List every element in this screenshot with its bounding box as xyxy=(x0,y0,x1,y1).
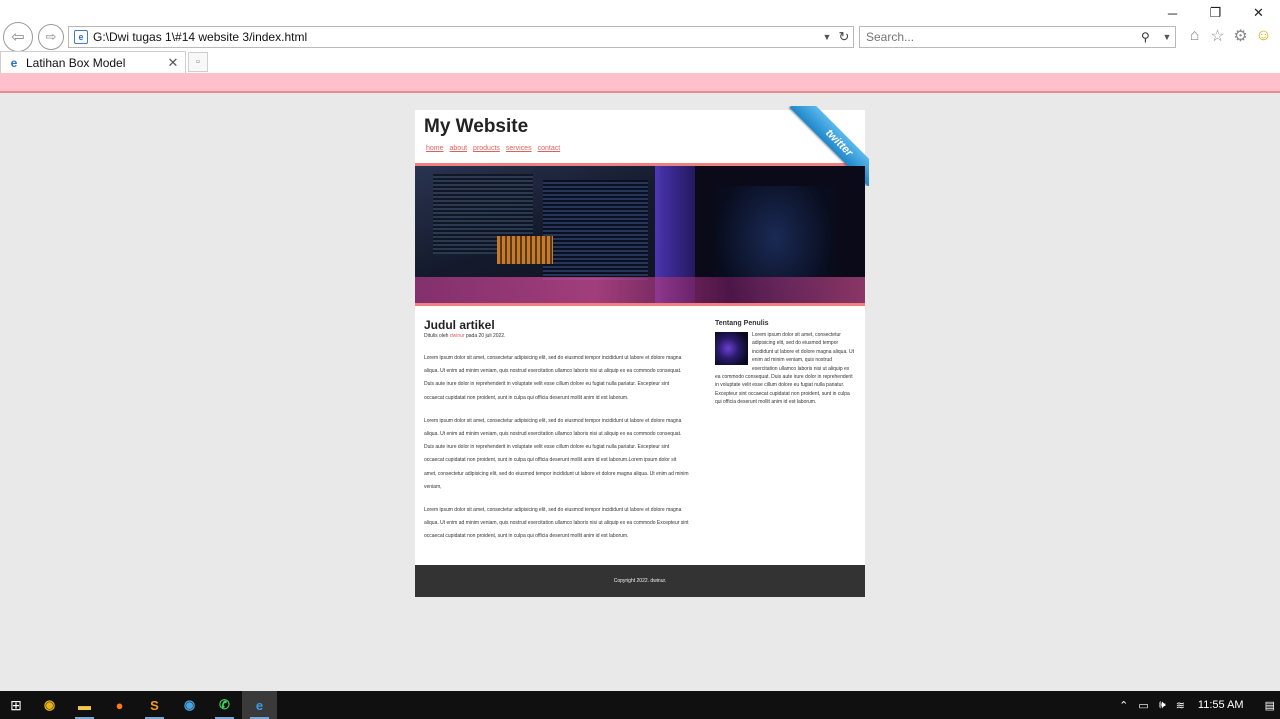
browser-chrome: ─ ❐ ✕ ⇦ ⇨ e G:\Dwi tugas 1\#14 website 3… xyxy=(0,0,1280,73)
search-input[interactable] xyxy=(860,30,1141,44)
nav-link-services[interactable]: services xyxy=(506,145,532,152)
article-meta-prefix: Ditulis oleh xyxy=(424,333,450,339)
start-button[interactable]: ⊞ xyxy=(0,691,32,719)
chrome-icon[interactable]: ◉ xyxy=(32,691,67,719)
article-meta: Ditulis oleh dwinur pada 20 juli 2022. xyxy=(424,333,689,339)
favorites-star-icon[interactable]: ☆ xyxy=(1209,26,1226,46)
article-title: Judul artikel xyxy=(424,318,495,332)
article-paragraph: Lorem ipsum dolor sit amet, consectetur … xyxy=(424,355,682,401)
volume-icon[interactable]: 🕪 xyxy=(1159,699,1166,712)
firefox-icon[interactable]: ● xyxy=(102,691,137,719)
new-tab-button[interactable]: ▫ xyxy=(188,52,208,72)
top-pink-bar xyxy=(0,73,1280,93)
tab-title: Latihan Box Model xyxy=(26,55,126,70)
forward-button[interactable]: ⇨ xyxy=(38,24,64,50)
internet-explorer-icon-glyph: e xyxy=(255,697,264,713)
tab-close-icon[interactable]: ✕ xyxy=(165,55,181,71)
firefox-icon-glyph: ● xyxy=(115,697,124,713)
sidebar-title: Tentang Penulis xyxy=(715,320,769,327)
sublime-text-icon[interactable]: S xyxy=(137,691,172,719)
system-tray: ⌃ ▭ 🕪 ≋ 11:55 AM ▤ xyxy=(1114,691,1280,719)
nav-link-home[interactable]: home xyxy=(426,145,444,152)
sidebar-body: Lorem ipsum dolor sit amet, consectetur … xyxy=(715,331,855,407)
battery-icon[interactable]: ▭ xyxy=(1138,699,1148,712)
article: Judul artikel Ditulis oleh dwinur pada 2… xyxy=(424,318,689,544)
back-arrow-icon: ⇦ xyxy=(11,29,25,46)
file-explorer-icon[interactable]: ▬ xyxy=(67,691,102,719)
minimize-button[interactable]: ─ xyxy=(1151,0,1194,26)
hero-image xyxy=(415,166,865,306)
chrome-alt-icon[interactable]: ◉ xyxy=(172,691,207,719)
article-author-link[interactable]: dwinur xyxy=(450,333,465,339)
action-center-icon[interactable]: ▤ xyxy=(1265,699,1275,712)
feedback-smiley-icon[interactable]: ☺ xyxy=(1255,26,1272,46)
address-url[interactable]: G:\Dwi tugas 1\#14 website 3/index.html xyxy=(93,30,819,44)
site-nav: home about products services contact xyxy=(426,145,560,152)
content-area: Judul artikel Ditulis oleh dwinur pada 2… xyxy=(415,306,865,544)
author-thumbnail xyxy=(715,332,748,365)
nav-link-about[interactable]: about xyxy=(450,145,468,152)
taskbar-clock[interactable]: 11:55 AM xyxy=(1198,699,1244,711)
windows-logo-icon: ⊞ xyxy=(10,696,22,713)
chrome-icon-glyph: ◉ xyxy=(43,697,56,712)
nav-link-products[interactable]: products xyxy=(473,145,500,152)
restore-button[interactable]: ❐ xyxy=(1194,0,1237,26)
whatsapp-icon[interactable]: ✆ xyxy=(207,691,242,719)
article-meta-suffix: pada 20 juli 2022. xyxy=(464,333,506,339)
article-paragraph: Lorem ipsum dolor sit amet, consectetur … xyxy=(424,507,689,540)
chrome-alt-icon-glyph: ◉ xyxy=(183,697,196,712)
refresh-icon[interactable]: ↻ xyxy=(835,29,853,45)
search-dropdown-icon[interactable]: ▼ xyxy=(1159,32,1175,42)
search-box[interactable]: ⚲ ▼ xyxy=(859,26,1176,48)
footer-copyright: Copyright 2022. dwinur. xyxy=(613,577,667,584)
new-tab-icon: ▫ xyxy=(196,56,200,68)
forward-arrow-icon: ⇨ xyxy=(45,29,57,44)
search-icon[interactable]: ⚲ xyxy=(1141,30,1159,44)
window-controls: ─ ❐ ✕ xyxy=(1151,0,1280,26)
close-window-button[interactable]: ✕ xyxy=(1237,0,1280,26)
browser-tab[interactable]: e Latihan Box Model ✕ xyxy=(0,51,186,73)
wifi-icon[interactable]: ≋ xyxy=(1176,699,1185,712)
site-footer: Copyright 2022. dwinur. xyxy=(415,564,865,597)
sublime-text-icon-glyph: S xyxy=(150,697,159,713)
address-dropdown-icon[interactable]: ▼ xyxy=(819,32,835,42)
internet-explorer-icon[interactable]: e xyxy=(242,691,277,719)
site-title: My Website xyxy=(424,116,529,137)
ie-tab-icon: e xyxy=(10,55,18,70)
file-explorer-icon-glyph: ▬ xyxy=(78,697,91,713)
sidebar: Tentang Penulis Lorem ipsum dolor sit am… xyxy=(715,318,855,544)
website-container: My Website home about products services … xyxy=(415,106,869,597)
article-paragraph: Lorem ipsum dolor sit amet, consectetur … xyxy=(424,417,689,490)
home-icon[interactable]: ⌂ xyxy=(1186,26,1203,46)
address-bar[interactable]: e G:\Dwi tugas 1\#14 website 3/index.htm… xyxy=(68,26,854,48)
site-header: My Website home about products services … xyxy=(415,106,869,186)
taskbar-apps: ◉ ▬ ● S ◉ ✆ e xyxy=(32,691,277,719)
page-favicon-icon: e xyxy=(74,30,88,44)
nav-link-contact[interactable]: contact xyxy=(538,145,561,152)
windows-taskbar: ⊞ ◉ ▬ ● S ◉ ✆ e ⌃ ▭ 🕪 ≋ 11:55 AM ▤ xyxy=(0,691,1280,719)
whatsapp-icon-glyph: ✆ xyxy=(219,697,230,712)
back-button[interactable]: ⇦ xyxy=(3,22,33,52)
settings-gear-icon[interactable]: ⚙ xyxy=(1232,26,1249,46)
tray-overflow-icon[interactable]: ⌃ xyxy=(1119,699,1128,712)
toolbar-icons: ⌂ ☆ ⚙ ☺ xyxy=(1186,26,1272,46)
